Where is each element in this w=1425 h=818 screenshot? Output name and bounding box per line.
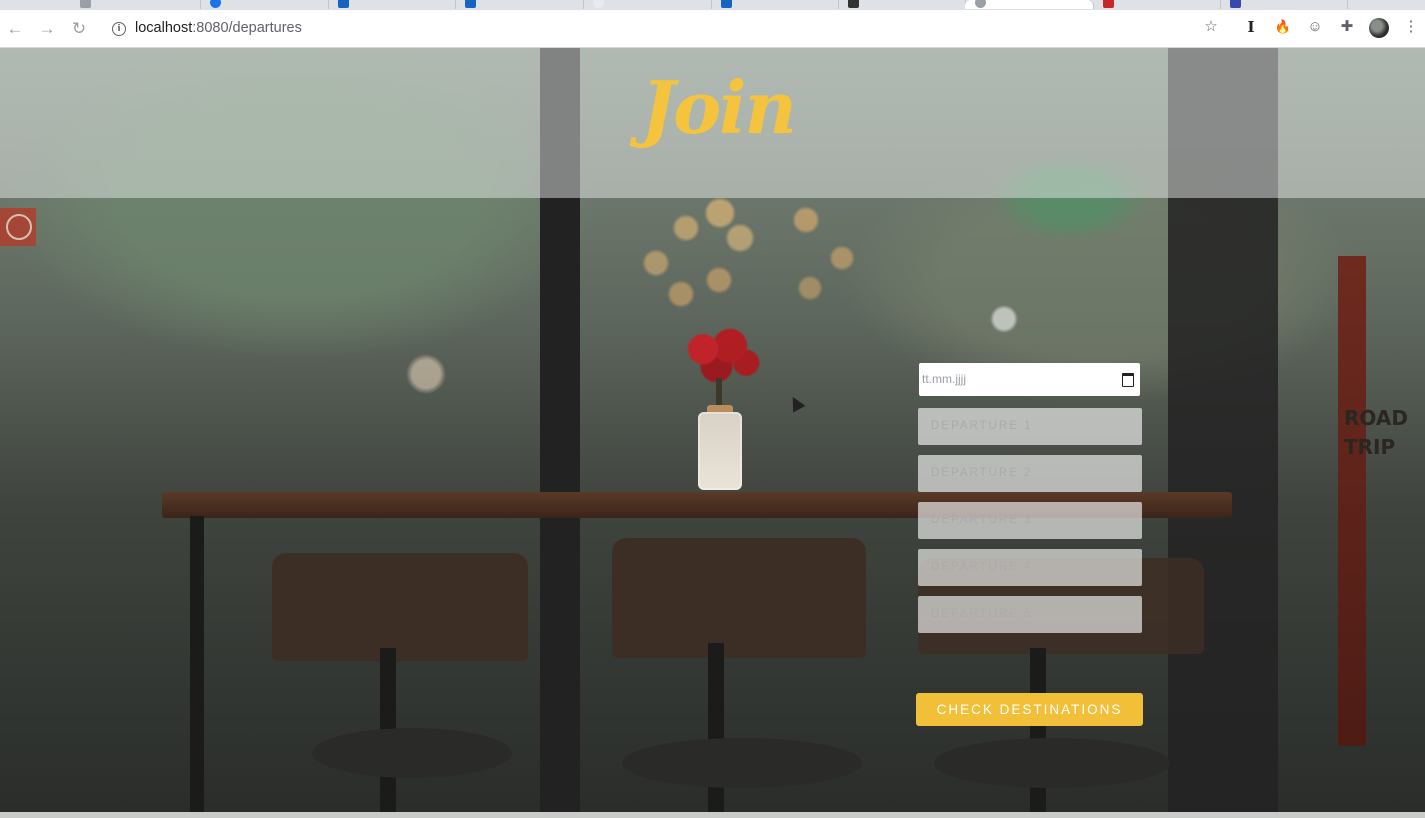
stool-seat (934, 738, 1170, 788)
header-band: Join (0, 48, 1425, 198)
browser-tab[interactable] (1093, 0, 1221, 9)
extensions-puzzle-icon[interactable]: ✚ (1338, 18, 1356, 36)
departure-date-input[interactable]: tt.mm.jjjj (919, 363, 1140, 396)
table-leg (190, 516, 204, 812)
tab-strip (0, 0, 1425, 10)
road-trip-sign-text: ROAD TRIP (1344, 406, 1408, 459)
chair-back (612, 538, 866, 658)
extension-fire-icon[interactable]: 🔥 (1274, 18, 1292, 36)
browser-tab[interactable] (1220, 0, 1348, 9)
road-trip-sign (1338, 256, 1366, 746)
bookmark-star-icon[interactable]: ☆ (1202, 18, 1220, 36)
profile-avatar[interactable] (1369, 18, 1389, 38)
no-smoking-sign (0, 208, 36, 246)
back-arrow-icon[interactable]: ← (5, 19, 25, 39)
departure-2-input[interactable]: DEPARTURE 2 (918, 455, 1142, 492)
browser-tab[interactable] (711, 0, 839, 9)
url-text[interactable]: localhost:8080/departures (135, 20, 302, 36)
chair-back (272, 553, 528, 661)
stool-seat (622, 738, 862, 788)
mouse-cursor-icon (786, 393, 806, 413)
departure-5-input[interactable]: DEPARTURE 5 (918, 596, 1142, 633)
browser-tab[interactable] (328, 0, 456, 9)
check-destinations-button[interactable]: CHECK DESTINATIONS (916, 693, 1143, 726)
departures-page: ROAD TRIP Join tt.mm.jjjj DEPARTURE 1 DE… (0, 48, 1425, 812)
page-bottom-edge (0, 812, 1425, 818)
join-logo[interactable]: Join (641, 58, 801, 168)
browser-tab[interactable] (583, 0, 712, 9)
calendar-icon[interactable] (1122, 373, 1134, 387)
browser-tab[interactable] (200, 0, 329, 9)
browser-tab[interactable] (455, 0, 584, 9)
browser-tab-active[interactable] (965, 0, 1094, 9)
departure-1-input[interactable]: DEPARTURE 1 (918, 408, 1142, 445)
reload-icon[interactable]: ↻ (69, 19, 89, 39)
forward-arrow-icon[interactable]: → (37, 19, 57, 39)
extension-face-icon[interactable]: ☺ (1306, 18, 1324, 36)
departure-4-input[interactable]: DEPARTURE 4 (918, 549, 1142, 586)
address-bar[interactable]: i localhost:8080/departures (104, 15, 1189, 43)
glass-jar (698, 412, 742, 490)
stool-seat (312, 728, 512, 778)
browser-menu-icon[interactable]: ⋮ (1402, 18, 1420, 36)
browser-tab[interactable] (70, 0, 201, 9)
browser-tab[interactable] (838, 0, 966, 9)
departure-3-input[interactable]: DEPARTURE 3 (918, 502, 1142, 539)
site-info-icon[interactable]: i (112, 22, 126, 36)
extension-i-icon[interactable]: I (1242, 18, 1260, 36)
